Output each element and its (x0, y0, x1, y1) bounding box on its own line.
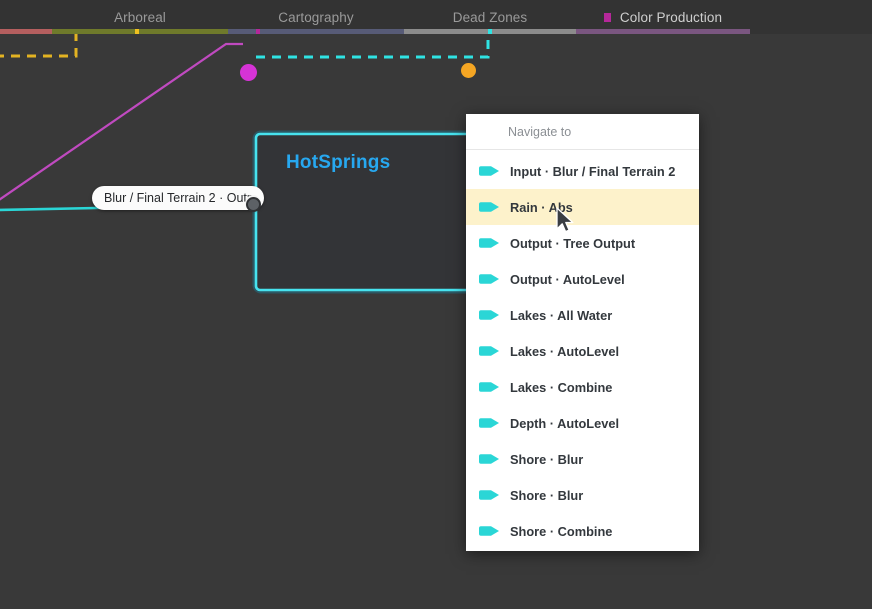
tag-icon (479, 454, 499, 464)
app-root: Arboreal Cartography Dead Zones Color Produ… (0, 0, 872, 609)
tab-label: Cartography (278, 9, 354, 25)
tab-label: Dead Zones (452, 9, 528, 25)
tab-label: Color Production (619, 9, 723, 25)
menu-item[interactable]: Lakes · All Water (466, 297, 699, 333)
menu-item[interactable]: Rain · Abs (466, 189, 699, 225)
menu-item[interactable]: Depth · AutoLevel (466, 405, 699, 441)
menu-header: Navigate to (466, 114, 699, 150)
port-label-pill[interactable]: Blur / Final Terrain 2 · Outp (92, 186, 264, 210)
tag-icon (479, 418, 499, 428)
menu-item[interactable]: Shore · Blur (466, 477, 699, 513)
magenta-node-dot[interactable] (240, 64, 257, 81)
tag-icon (479, 526, 499, 536)
menu-item-label: Output · Tree Output (510, 235, 636, 251)
menu-item-list: Input · Blur / Final Terrain 2 Rain · Abs… (466, 150, 699, 549)
navigate-to-menu[interactable]: Navigate to Input · Blur / Final Terrain… (466, 114, 699, 551)
menu-item[interactable]: Shore · Combine (466, 513, 699, 549)
menu-item-label: Lakes · All Water (510, 307, 613, 323)
node-graph-canvas[interactable]: HotSprings Blur / Final Terrain 2 · Outp (0, 34, 872, 609)
menu-item[interactable]: Output · AutoLevel (466, 261, 699, 297)
cyan-dashed-link-path (256, 34, 490, 59)
menu-item[interactable]: Lakes · Combine (466, 369, 699, 405)
tab-status-dot-icon (603, 12, 611, 22)
menu-item-label: Shore · Blur (510, 487, 584, 503)
menu-item-label: Lakes · AutoLevel (510, 343, 620, 359)
tag-icon (479, 238, 499, 248)
tab-label: Arboreal (114, 9, 166, 25)
orange-node-dot[interactable] (461, 63, 476, 78)
menu-item-label: Shore · Blur (510, 451, 584, 467)
menu-item-label: Lakes · Combine (510, 379, 613, 395)
menu-item-label: Input · Blur / Final Terrain 2 (510, 163, 676, 179)
tag-icon (479, 202, 499, 212)
port-label-text: Blur / Final Terrain 2 · Outp (104, 191, 254, 205)
menu-item[interactable]: Shore · Blur (466, 441, 699, 477)
tag-icon (479, 166, 499, 176)
tag-icon (479, 346, 499, 356)
node-title: HotSprings (286, 152, 391, 173)
menu-item-label: Output · AutoLevel (510, 271, 625, 287)
menu-item-label: Shore · Combine (510, 523, 613, 539)
magenta-link-path (0, 42, 243, 201)
yellow-dashed-link-path (0, 34, 78, 58)
menu-item[interactable]: Lakes · AutoLevel (466, 333, 699, 369)
menu-item-label: Rain · Abs (510, 199, 573, 215)
graph-edges-svg (0, 34, 590, 294)
menu-item[interactable]: Output · Tree Output (466, 225, 699, 261)
input-port-grey[interactable] (246, 197, 261, 212)
tag-icon (479, 382, 499, 392)
tag-icon (479, 274, 499, 284)
menu-item[interactable]: Input · Blur / Final Terrain 2 (466, 153, 699, 189)
tag-icon (479, 310, 499, 320)
tag-icon (479, 490, 499, 500)
menu-item-label: Depth · AutoLevel (510, 415, 620, 431)
